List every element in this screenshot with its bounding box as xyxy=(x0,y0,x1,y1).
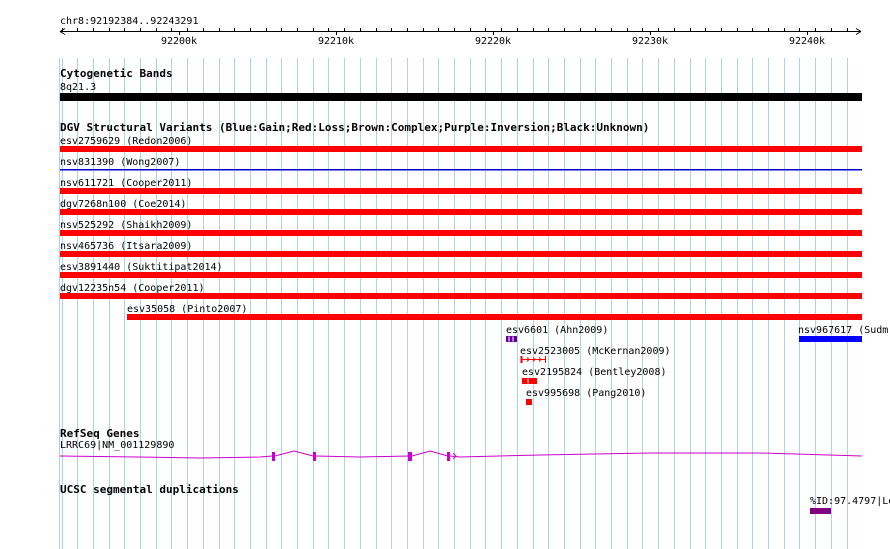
variant-label: nsv465736 (Itsara2009) xyxy=(60,241,192,252)
dgv-track-title: DGV Structural Variants (Blue:Gain;Red:L… xyxy=(60,121,649,134)
gene-label: LRRC69|NM_001129890 xyxy=(60,440,174,451)
variant-label: esv3891440 (Suktitipat2014) xyxy=(60,262,223,273)
variant-label: esv35058 (Pinto2007) xyxy=(127,304,247,315)
segdup-track[interactable]: UCSC segmental duplications %ID:97.4797|… xyxy=(60,483,890,514)
genome-browser-image[interactable]: chr8:92192384..92243291 92200k 92210k 92… xyxy=(0,0,890,549)
variant-bar[interactable] xyxy=(60,188,862,194)
refseq-track-title: RefSeq Genes xyxy=(60,427,139,440)
variant-label: esv6601 (Ahn2009) xyxy=(506,325,608,336)
variant-label: nsv967617 (Sudm xyxy=(798,325,888,336)
cytoband-bar[interactable] xyxy=(60,93,862,101)
ruler-position: chr8:92192384..92243291 xyxy=(60,16,198,27)
ruler: chr8:92192384..92243291 92200k 92210k 92… xyxy=(59,16,862,47)
variant-bar[interactable] xyxy=(60,230,862,236)
gene-model[interactable] xyxy=(59,450,863,461)
variant-label: esv995698 (Pang2010) xyxy=(526,388,646,399)
variant-bar[interactable] xyxy=(506,336,517,342)
segdup-track-title: UCSC segmental duplications xyxy=(60,483,239,496)
dgv-track[interactable]: DGV Structural Variants (Blue:Gain;Red:L… xyxy=(60,121,888,405)
refseq-track[interactable]: RefSeq Genes LRRC69|NM_001129890 xyxy=(59,427,863,461)
ruler-tick-label: 92210k xyxy=(318,36,354,47)
variant-label: nsv611721 (Cooper2011) xyxy=(60,178,192,189)
variant-bar[interactable] xyxy=(60,272,862,278)
variant-label: esv2759629 (Redon2006) xyxy=(60,136,192,147)
variant-label: esv2195824 (Bentley2008) xyxy=(522,367,667,378)
variant-bar[interactable] xyxy=(799,336,862,342)
variant-label: esv2523005 (McKernan2009) xyxy=(520,346,671,357)
ruler-tick-label: 92220k xyxy=(475,36,511,47)
variant-label: dgv7268n100 (Coe2014) xyxy=(60,199,186,210)
variant-bar[interactable] xyxy=(60,146,862,152)
ruler-tick-label: 92230k xyxy=(632,36,668,47)
segdup-label: %ID:97.4797|Le xyxy=(810,496,890,507)
ruler-tick-label: 92240k xyxy=(789,36,825,47)
ruler-tick-label: 92200k xyxy=(161,36,197,47)
variant-bar[interactable] xyxy=(526,399,532,405)
variant-bar[interactable] xyxy=(127,314,862,320)
variant-label: nsv831390 (Wong2007) xyxy=(60,157,180,168)
variant-label: nsv525292 (Shaikh2009) xyxy=(60,220,192,231)
cytoband-track[interactable]: Cytogenetic Bands 8q21.3 xyxy=(60,67,862,101)
segdup-bar[interactable] xyxy=(810,508,831,514)
variant-label: dgv12235n54 (Cooper2011) xyxy=(60,283,205,294)
variant-bar[interactable] xyxy=(60,293,862,299)
cytoband-track-title: Cytogenetic Bands xyxy=(60,67,173,80)
cytoband-label: 8q21.3 xyxy=(60,82,96,93)
variant-bar[interactable] xyxy=(60,169,862,171)
variant-bar[interactable] xyxy=(60,209,862,215)
variant-bar[interactable] xyxy=(522,378,537,384)
variant-bar[interactable] xyxy=(60,251,862,257)
